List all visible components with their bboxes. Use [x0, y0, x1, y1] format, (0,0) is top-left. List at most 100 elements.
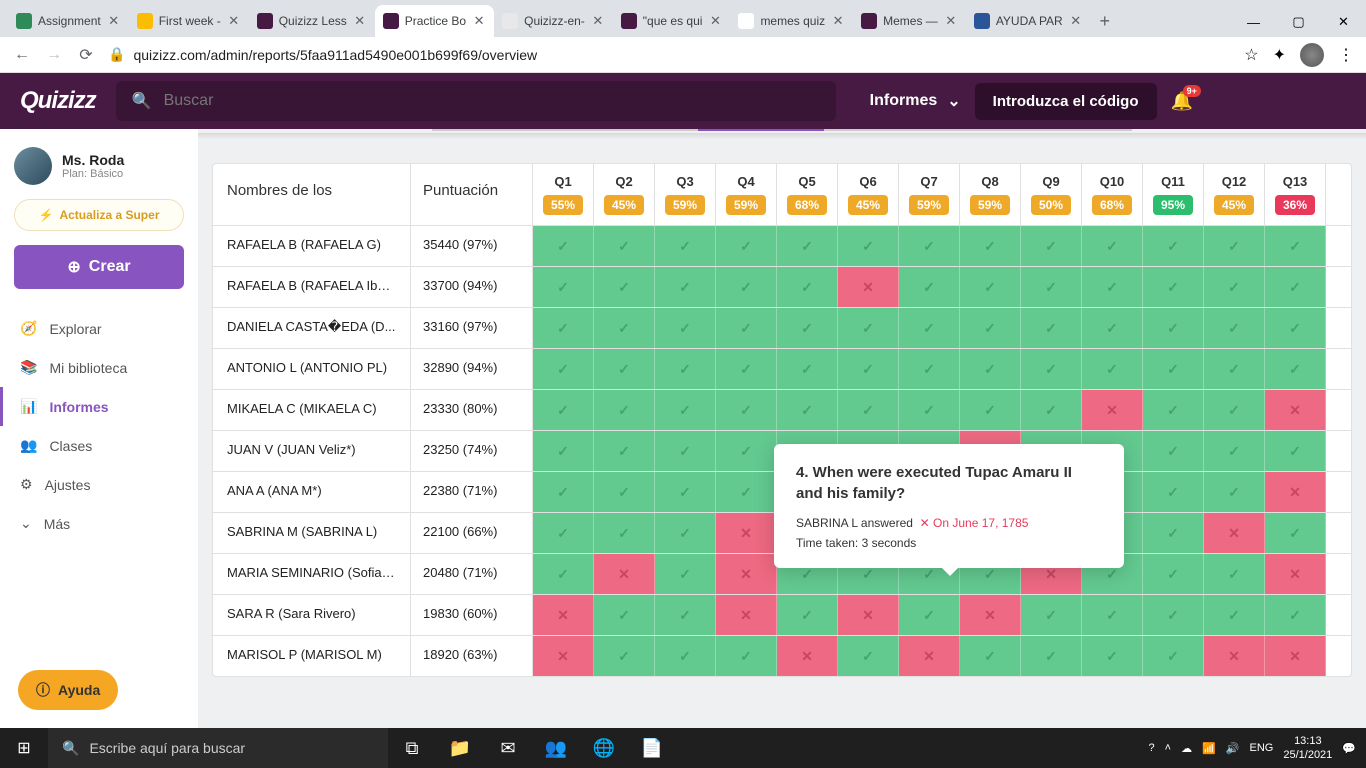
tray-chevron-icon[interactable]: ˄ — [1165, 742, 1171, 754]
answer-cell[interactable] — [1082, 226, 1143, 266]
tab-close-icon[interactable]: ✕ — [831, 14, 845, 28]
answer-cell[interactable] — [1143, 513, 1204, 553]
tray-volume-icon[interactable]: 🔊 — [1226, 742, 1240, 755]
answer-cell[interactable] — [655, 472, 716, 512]
question-header[interactable]: Q245% — [594, 164, 655, 225]
answer-cell[interactable] — [716, 267, 777, 307]
answer-cell[interactable] — [899, 308, 960, 348]
browser-menu-icon[interactable]: ⋮ — [1338, 45, 1354, 65]
tab-close-icon[interactable]: ✕ — [591, 14, 605, 28]
answer-cell[interactable] — [594, 595, 655, 635]
answer-cell[interactable] — [1021, 267, 1082, 307]
answer-cell[interactable] — [655, 554, 716, 594]
bookmark-star-icon[interactable]: ☆ — [1244, 45, 1258, 65]
answer-cell[interactable] — [716, 472, 777, 512]
answer-cell[interactable] — [1143, 595, 1204, 635]
answer-cell[interactable] — [716, 390, 777, 430]
profile-avatar[interactable] — [1300, 43, 1324, 67]
notifications-button[interactable]: 🔔 9+ — [1171, 91, 1193, 112]
answer-cell[interactable] — [1143, 431, 1204, 471]
answer-cell[interactable] — [594, 554, 655, 594]
answer-cell[interactable] — [1204, 349, 1265, 389]
taskbar-app-chrome[interactable]: 🌐 — [580, 728, 628, 768]
answer-cell[interactable] — [716, 595, 777, 635]
answer-cell[interactable] — [1265, 554, 1326, 594]
student-name[interactable]: MARISOL P (MARISOL M) — [213, 636, 411, 676]
answer-cell[interactable] — [533, 554, 594, 594]
answer-cell[interactable] — [1265, 636, 1326, 676]
answer-cell[interactable] — [655, 267, 716, 307]
answer-cell[interactable] — [1265, 226, 1326, 266]
question-header[interactable]: Q950% — [1021, 164, 1082, 225]
extensions-icon[interactable]: ✦ — [1273, 45, 1286, 65]
answer-cell[interactable] — [1265, 513, 1326, 553]
nav-back-icon[interactable]: ← — [12, 45, 32, 65]
answer-cell[interactable] — [1265, 267, 1326, 307]
answer-cell[interactable] — [1143, 308, 1204, 348]
section-dropdown[interactable]: Informes ⌄ — [856, 91, 975, 111]
question-header[interactable]: Q1068% — [1082, 164, 1143, 225]
answer-cell[interactable] — [1204, 636, 1265, 676]
answer-cell[interactable] — [533, 267, 594, 307]
question-header[interactable]: Q759% — [899, 164, 960, 225]
answer-cell[interactable] — [533, 636, 594, 676]
tab-close-icon[interactable]: ✕ — [1069, 14, 1083, 28]
answer-cell[interactable] — [533, 513, 594, 553]
answer-cell[interactable] — [716, 308, 777, 348]
answer-cell[interactable] — [1143, 226, 1204, 266]
tray-clock[interactable]: 13:13 25/1/2021 — [1283, 734, 1332, 763]
search-input[interactable] — [164, 92, 820, 110]
student-name[interactable]: MIKAELA C (MIKAELA C) — [213, 390, 411, 430]
search-box[interactable]: 🔍 — [116, 81, 836, 121]
tray-help-icon[interactable]: ? — [1149, 742, 1155, 754]
answer-cell[interactable] — [1143, 554, 1204, 594]
help-button[interactable]: ⓘ Ayuda — [18, 670, 118, 710]
answer-cell[interactable] — [655, 308, 716, 348]
start-button[interactable]: ⊞ — [0, 738, 48, 758]
window-minimize[interactable]: — — [1231, 7, 1276, 37]
question-header[interactable]: Q859% — [960, 164, 1021, 225]
answer-cell[interactable] — [838, 267, 899, 307]
answer-cell[interactable] — [594, 226, 655, 266]
answer-cell[interactable] — [1265, 349, 1326, 389]
answer-cell[interactable] — [1204, 595, 1265, 635]
sidebar-item[interactable]: 📊Informes — [0, 387, 184, 426]
browser-tab[interactable]: Practice Bo✕ — [375, 5, 494, 37]
answer-cell[interactable] — [960, 267, 1021, 307]
student-name[interactable]: DANIELA CASTA�EDA (D... — [213, 308, 411, 348]
answer-cell[interactable] — [777, 349, 838, 389]
question-header[interactable]: Q1195% — [1143, 164, 1204, 225]
student-name[interactable]: ANA A (ANA M*) — [213, 472, 411, 512]
sidebar-item[interactable]: 🧭Explorar — [14, 309, 184, 348]
answer-cell[interactable] — [838, 595, 899, 635]
answer-cell[interactable] — [533, 472, 594, 512]
new-tab-button[interactable]: + — [1091, 5, 1119, 37]
sidebar-item[interactable]: 👥Clases — [14, 426, 184, 465]
tab-close-icon[interactable]: ✕ — [107, 14, 121, 28]
answer-cell[interactable] — [1143, 472, 1204, 512]
student-name[interactable]: ANTONIO L (ANTONIO PL) — [213, 349, 411, 389]
answer-cell[interactable] — [655, 431, 716, 471]
answer-cell[interactable] — [1143, 390, 1204, 430]
answer-cell[interactable] — [716, 554, 777, 594]
answer-cell[interactable] — [716, 349, 777, 389]
answer-cell[interactable] — [1082, 349, 1143, 389]
sidebar-item[interactable]: 📚Mi biblioteca — [14, 348, 184, 387]
tray-wifi-icon[interactable]: 📶 — [1202, 742, 1216, 755]
create-button[interactable]: ⊕ Crear — [14, 245, 184, 289]
tab-close-icon[interactable]: ✕ — [472, 14, 486, 28]
answer-cell[interactable] — [899, 226, 960, 266]
taskbar-app-explorer[interactable]: 📁 — [436, 728, 484, 768]
answer-cell[interactable] — [1021, 308, 1082, 348]
tab-close-icon[interactable]: ✕ — [944, 14, 958, 28]
tray-cloud-icon[interactable]: ☁ — [1181, 742, 1192, 755]
answer-cell[interactable] — [533, 308, 594, 348]
answer-cell[interactable] — [1082, 636, 1143, 676]
answer-cell[interactable] — [716, 431, 777, 471]
answer-cell[interactable] — [655, 349, 716, 389]
question-header[interactable]: Q459% — [716, 164, 777, 225]
taskbar-search[interactable]: 🔍 Escribe aquí para buscar — [48, 728, 388, 768]
answer-cell[interactable] — [838, 390, 899, 430]
answer-cell[interactable] — [960, 390, 1021, 430]
user-profile[interactable]: Ms. Roda Plan: Básico — [14, 147, 184, 185]
